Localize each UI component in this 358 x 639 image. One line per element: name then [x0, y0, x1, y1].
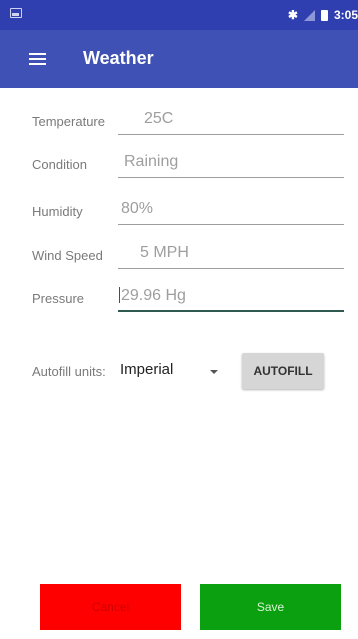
cancel-button[interactable]: Cancel [40, 584, 181, 630]
humidity-row: Humidity 80% [0, 192, 358, 232]
wind-speed-underline [118, 268, 344, 269]
autofill-row: Autofill units: Imperial AUTOFILL [0, 352, 358, 392]
image-notification-icon [10, 8, 22, 18]
temperature-row: Temperature 25C [0, 102, 358, 142]
dropdown-arrow-icon [210, 370, 218, 374]
wind-speed-input[interactable]: 5 MPH [140, 244, 189, 262]
wind-speed-label: Wind Speed [32, 248, 103, 263]
save-button[interactable]: Save [200, 584, 341, 630]
status-time: 3:05 [333, 8, 358, 22]
humidity-underline [118, 224, 344, 225]
bluetooth-icon: ✱ [287, 8, 298, 22]
units-dropdown[interactable]: Imperial [118, 358, 228, 384]
condition-row: Condition Raining [0, 145, 358, 185]
temperature-underline [118, 134, 344, 135]
hamburger-menu-icon[interactable] [29, 53, 46, 65]
humidity-input[interactable]: 80% [121, 200, 153, 218]
status-bar: ✱ 3:05 [0, 0, 358, 30]
condition-input[interactable]: Raining [124, 153, 178, 171]
condition-label: Condition [32, 157, 87, 172]
signal-icon [303, 9, 315, 21]
units-selected-value: Imperial [120, 361, 174, 378]
humidity-label: Humidity [32, 204, 83, 219]
autofill-button[interactable]: AUTOFILL [242, 353, 324, 389]
app-toolbar: Weather [0, 30, 358, 88]
text-cursor [119, 287, 120, 303]
condition-underline [118, 177, 344, 178]
pressure-label: Pressure [32, 291, 85, 306]
pressure-value: 29.96 Hg [121, 287, 186, 304]
status-icons: ✱ 3:05 [288, 5, 358, 25]
autofill-units-label: Autofill units: [32, 364, 106, 379]
wind-speed-row: Wind Speed 5 MPH [0, 236, 358, 276]
pressure-input[interactable]: 29.96 Hg [119, 287, 186, 305]
temperature-label: Temperature [32, 114, 105, 129]
battery-icon [320, 9, 328, 21]
pressure-underline [118, 310, 344, 312]
temperature-input[interactable]: 25C [144, 110, 173, 128]
weather-screen: ✱ 3:05 Weather Temperature 25C Condition… [0, 0, 358, 639]
page-title: Weather [83, 48, 154, 68]
pressure-row: Pressure 29.96 Hg [0, 279, 358, 319]
